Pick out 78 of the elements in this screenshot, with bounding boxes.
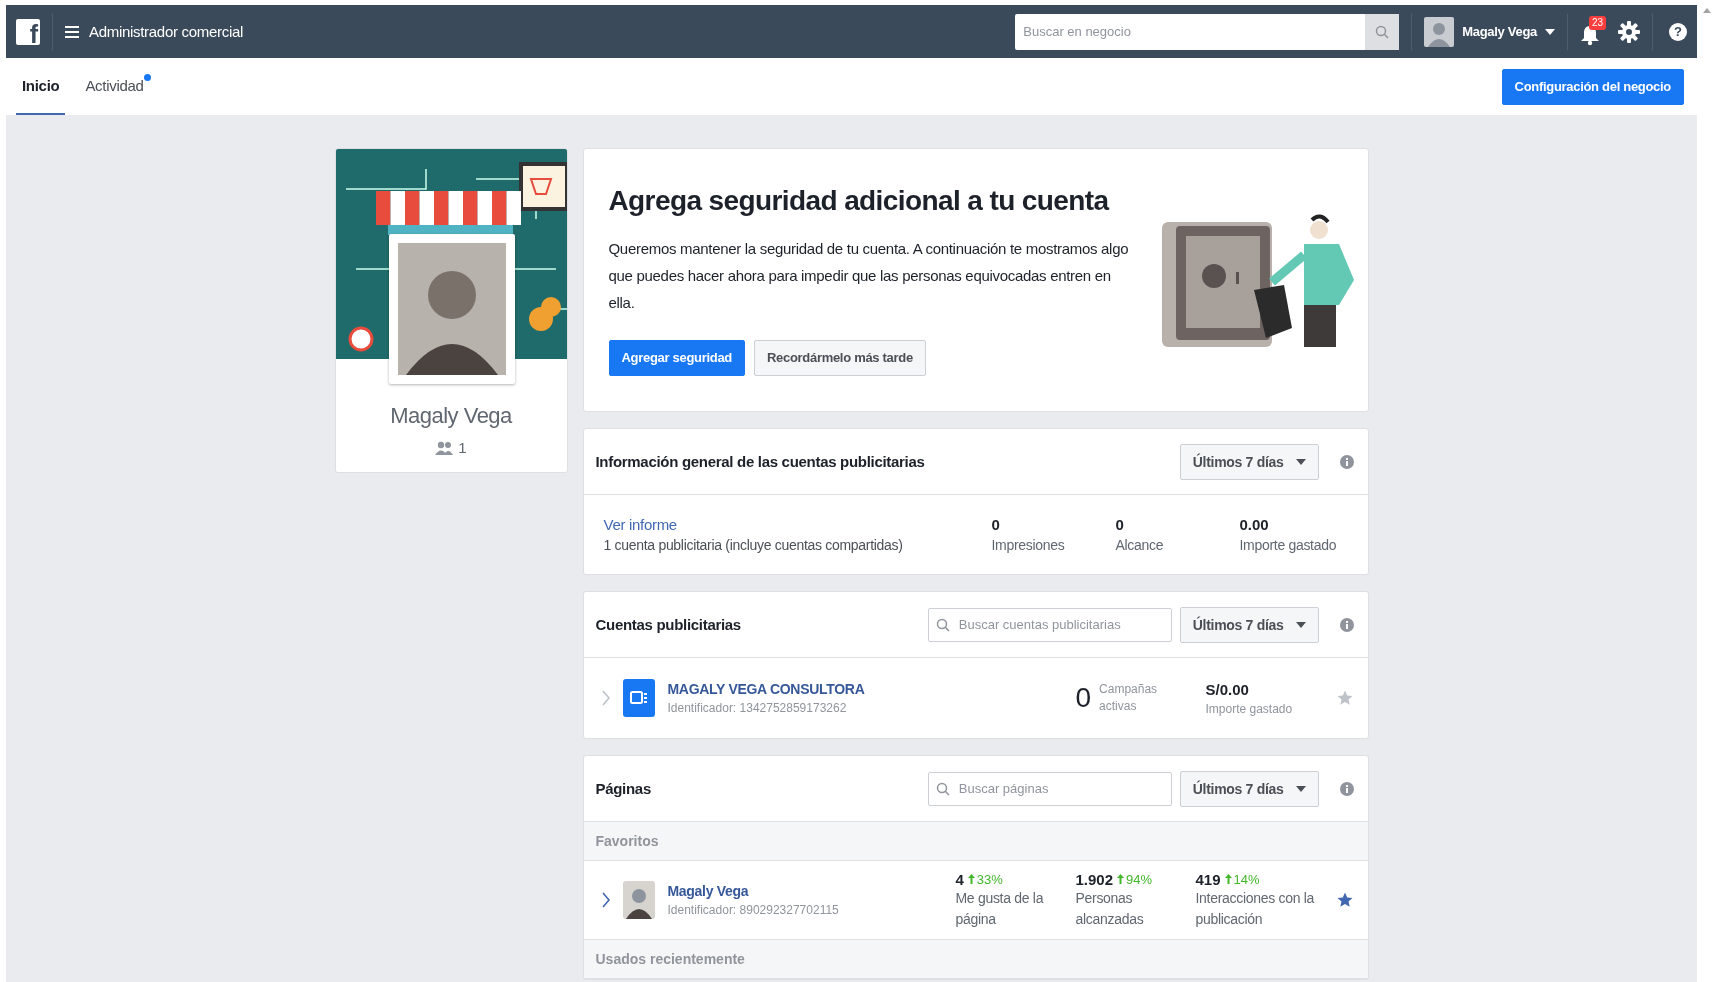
- amount-spent: S/0.00: [1205, 680, 1250, 698]
- caret-icon: [1295, 621, 1306, 628]
- page-name-link[interactable]: Magaly Vega: [667, 883, 839, 899]
- arrow-up-icon: [967, 874, 975, 884]
- card-title: Cuentas publicitarias: [595, 616, 741, 633]
- stat-label: Personas alcanzadas: [1075, 888, 1145, 929]
- unread-dot: [143, 74, 151, 81]
- stat-label: Alcance: [1115, 537, 1165, 553]
- avatar-icon: [622, 881, 655, 919]
- campaign-label: Campañas activas: [1099, 681, 1159, 715]
- info-icon: [1339, 454, 1354, 469]
- settings-button[interactable]: Configuración del negocio: [1501, 68, 1684, 105]
- search-field[interactable]: Buscar páginas: [927, 771, 1172, 806]
- campaign-count: 0: [1075, 682, 1092, 714]
- change-percent: 94%: [1126, 871, 1153, 887]
- tab[interactable]: Actividad: [79, 58, 150, 115]
- profile-name: Magaly Vega: [389, 403, 514, 429]
- remind-later-button[interactable]: Recordármelo más tarde: [754, 339, 926, 376]
- notification-count: 23: [1589, 15, 1607, 30]
- stat-value: 4: [955, 870, 964, 888]
- stat-label: Impresiones: [991, 537, 1066, 553]
- caret-icon: [1295, 458, 1306, 465]
- notifications-button[interactable]: 23: [1580, 13, 1610, 50]
- menu-icon: [65, 25, 79, 38]
- card-title: Información general de las cuentas publicitarias: [595, 453, 925, 470]
- info-icon: [1339, 781, 1354, 796]
- view-report-link[interactable]: Ver informe: [603, 516, 677, 533]
- search-field[interactable]: Buscar en negocio: [1015, 13, 1366, 50]
- search-field[interactable]: Buscar cuentas publicitarias: [927, 607, 1172, 642]
- caret-icon: [1295, 785, 1306, 792]
- user-menu[interactable]: Magaly Vega: [1424, 16, 1555, 47]
- star-icon[interactable]: [1336, 892, 1353, 908]
- help-button[interactable]: ?: [1669, 22, 1687, 41]
- change-percent: 33%: [976, 871, 1003, 887]
- stat-value: 0: [991, 516, 1001, 533]
- date-range-dropdown[interactable]: Últimos 7 días: [1179, 770, 1319, 807]
- stat-value: 419: [1195, 870, 1221, 888]
- card-title: Páginas: [595, 780, 651, 797]
- page-id: Identificador: 890292327702115: [667, 903, 839, 917]
- date-range-dropdown[interactable]: Últimos 7 días: [1179, 443, 1319, 480]
- app-title: Administrador comercial: [89, 23, 243, 40]
- people-count: 1: [458, 439, 467, 456]
- group-header: Usados recientemente: [583, 940, 1368, 979]
- group-header: Favoritos: [583, 822, 1368, 861]
- stat-label: Importe gastado: [1239, 537, 1338, 553]
- stat-label: Interacciones con la publicación: [1195, 888, 1316, 929]
- search-icon: [1375, 24, 1390, 39]
- account-id: Identificador: 1342752859173262: [667, 701, 848, 715]
- user-name[interactable]: Magaly Vega: [1462, 24, 1537, 39]
- account-summary: 1 cuenta publicitaria (incluye cuentas compartidas): [603, 537, 904, 553]
- search-icon: [935, 781, 950, 796]
- banner-text: Queremos mantener la seguridad de tu cuenta. A continuación te mostramos algo que puedes hacer ahora para impedir que las personas equivocadas entren en ella.: [608, 238, 1130, 313]
- stat-value: 0.00: [1239, 516, 1270, 533]
- caret-icon: [1545, 28, 1555, 35]
- account-name-link[interactable]: MAGALY VEGA CONSULTORA: [667, 681, 865, 697]
- stat-value: 1.902: [1075, 870, 1114, 888]
- arrow-up-icon: [1224, 874, 1232, 884]
- scroll-up-icon: [1702, 8, 1711, 13]
- search-button[interactable]: [1365, 13, 1400, 50]
- avatar-icon: [1424, 16, 1455, 47]
- date-range-dropdown[interactable]: Últimos 7 días: [1179, 606, 1319, 643]
- change-percent: 14%: [1233, 871, 1260, 887]
- add-security-button[interactable]: Agregar seguridad: [608, 339, 745, 376]
- search-icon: [935, 617, 950, 632]
- tab[interactable]: Inicio: [16, 58, 66, 115]
- logo[interactable]: f: [16, 18, 40, 45]
- arrow-up-icon: [1117, 874, 1125, 884]
- ad-account-icon: [622, 679, 655, 717]
- people-icon: [435, 440, 454, 455]
- amount-label: Importe gastado: [1205, 701, 1294, 716]
- banner-title: Agrega seguridad adicional a tu cuenta: [608, 184, 1111, 217]
- settings-icon[interactable]: [1618, 20, 1640, 43]
- stat-label: Me gusta de la página: [955, 888, 1045, 929]
- star-icon[interactable]: [1336, 690, 1353, 706]
- chevron-right-icon: [601, 892, 610, 908]
- chevron-right-icon: [601, 690, 610, 706]
- stat-value: 0: [1115, 516, 1125, 533]
- info-icon: [1339, 617, 1354, 632]
